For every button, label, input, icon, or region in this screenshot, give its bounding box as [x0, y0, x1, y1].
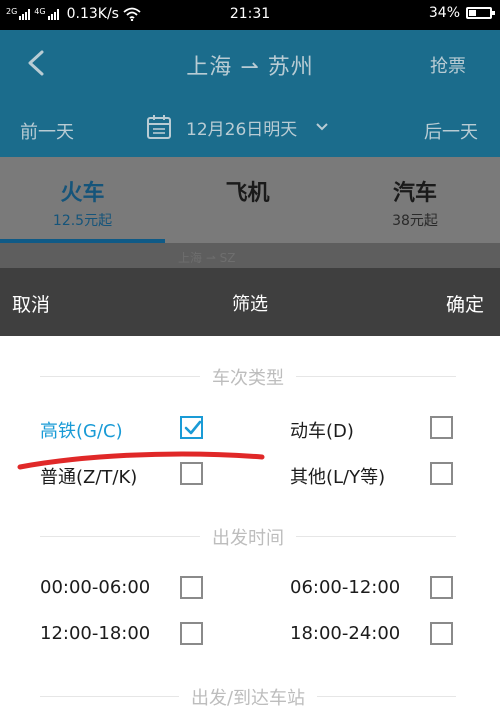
tab-train[interactable]: 火车 12.5元起 [0, 157, 165, 243]
date-bar: 前一天 12月26日明天 后一天 [0, 110, 500, 150]
option-time-0612-checkbox[interactable] [430, 576, 453, 599]
option-time-1218-label[interactable]: 12:00-18:00 [40, 623, 150, 644]
option-time-0612-label[interactable]: 06:00-12:00 [290, 577, 400, 598]
tab-bus-label: 汽车 [392, 181, 437, 206]
option-putong-label[interactable]: 普通(Z/T/K) [40, 463, 137, 489]
filter-sheet: 车次类型 高铁(G/C) 动车(D) 普通(Z/T/K) 其他(L/Y等) 出发… [0, 336, 500, 709]
date-picker[interactable]: 12月26日明天 [146, 114, 329, 140]
tab-flight-label: 飞机 [225, 181, 270, 206]
prev-day-button[interactable]: 前一天 [20, 118, 74, 144]
checkmark-icon [184, 420, 202, 435]
tab-bus[interactable]: 汽车 38元起 [330, 157, 500, 243]
option-time-0006-checkbox[interactable] [180, 576, 203, 599]
tab-bus-price: 38元起 [392, 213, 438, 229]
section-stations: 出发/到达车站 [40, 684, 456, 709]
peek-text: 上海 ⇀ SZ [178, 251, 236, 265]
calendar-icon [147, 115, 171, 139]
option-gaotie-label[interactable]: 高铁(G/C) [40, 417, 123, 443]
red-underline-annotation [17, 451, 265, 470]
option-time-1218-checkbox[interactable] [180, 622, 203, 645]
option-time-1824-label[interactable]: 18:00-24:00 [290, 623, 400, 644]
option-dongche-label[interactable]: 动车(D) [290, 417, 354, 443]
status-bar: 2G 4G 0.13K/s 21:31 34% [0, 0, 500, 30]
section-train-type: 车次类型 [40, 364, 456, 389]
app-header: 上海 ⇀ 苏州 抢票 前一天 12月26日明天 后一天 [0, 30, 500, 157]
dimmed-list-peek: 上海 ⇀ SZ [0, 243, 500, 268]
option-dongche-checkbox[interactable] [430, 416, 453, 439]
option-time-0006-label[interactable]: 00:00-06:00 [40, 577, 150, 598]
confirm-button[interactable]: 确定 [446, 290, 484, 317]
section-depart-time: 出发时间 [40, 524, 456, 549]
filter-title: 筛选 [232, 294, 268, 315]
tab-train-price: 12.5元起 [52, 213, 113, 229]
option-gaotie-checkbox[interactable] [180, 416, 203, 439]
clock: 21:31 [229, 6, 271, 22]
tab-flight[interactable]: 飞机 [165, 157, 330, 243]
option-other-checkbox[interactable] [430, 462, 453, 485]
tab-train-label: 火车 [60, 181, 105, 206]
battery-icon [466, 7, 495, 19]
battery-group: 34% [428, 5, 495, 21]
section-train-type-label: 车次类型 [200, 368, 296, 389]
transport-tabs: 火车 12.5元起 飞机 汽车 38元起 [0, 157, 500, 243]
option-putong-checkbox[interactable] [180, 462, 203, 485]
filter-header: 取消 筛选 确定 [0, 268, 500, 336]
section-depart-time-label: 出发时间 [200, 528, 296, 549]
next-day-button[interactable]: 后一天 [424, 118, 478, 144]
option-time-1824-checkbox[interactable] [430, 622, 453, 645]
battery-percent: 34% [428, 5, 460, 21]
option-other-label[interactable]: 其他(L/Y等) [290, 463, 385, 489]
grab-tickets-button[interactable]: 抢票 [430, 52, 466, 78]
date-label: 12月26日明天 [186, 119, 298, 140]
chevron-down-icon [316, 123, 328, 131]
route-title: 上海 ⇀ 苏州 [186, 55, 314, 80]
